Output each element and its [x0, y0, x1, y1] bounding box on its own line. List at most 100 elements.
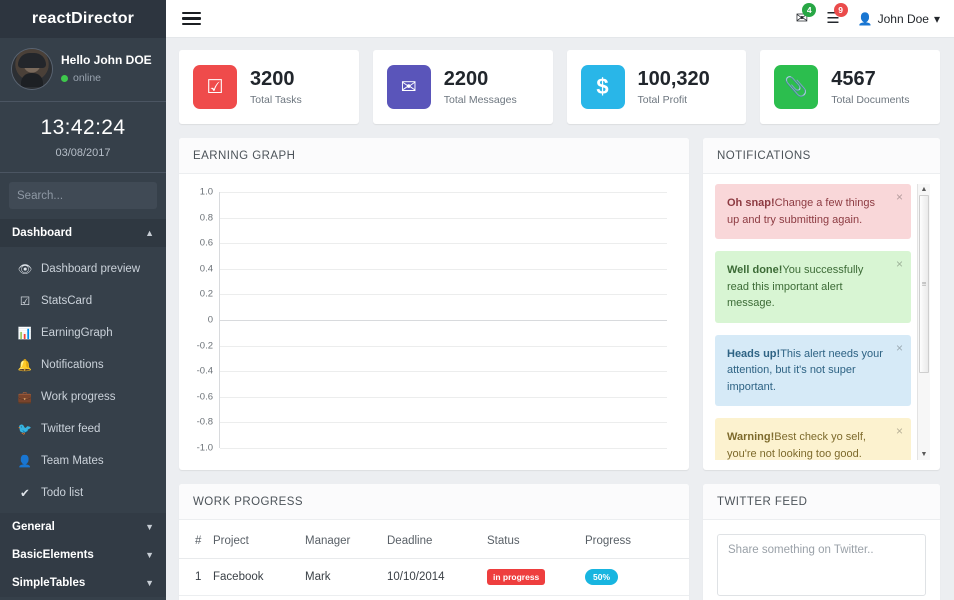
col-deadline: Deadline: [387, 524, 487, 559]
stat-card-total-documents[interactable]: 📎 4567 Total Documents: [760, 50, 940, 124]
sidebar-item-notifications[interactable]: 🔔 Notifications: [0, 349, 166, 381]
sidebar-section-header-general[interactable]: General ▼: [0, 513, 166, 541]
check-square-icon: ☑: [19, 296, 31, 308]
sidebar-item-statscard[interactable]: ☑ StatsCard: [0, 285, 166, 317]
twitter-composer-input[interactable]: [717, 534, 926, 596]
user-menu[interactable]: 👤 John Doe ▾: [858, 12, 940, 26]
tasks-badge: 9: [833, 3, 848, 17]
table-row[interactable]: 2 Twitter Evan 10/8/2014 completed 100%: [179, 595, 689, 600]
alert-warning: × Warning!Best check yo self, you're not…: [715, 418, 911, 460]
y-tick: 0.4: [199, 263, 213, 275]
stat-card-total-messages[interactable]: ✉ 2200 Total Messages: [372, 50, 553, 124]
chevron-down-icon[interactable]: ▼: [145, 550, 154, 560]
panels-row-bottom: WORK PROGRESS # Project Manager Deadline…: [179, 484, 940, 600]
dollar-icon: $: [580, 65, 625, 109]
y-tick: 0.6: [199, 237, 213, 249]
online-dot-icon: [61, 75, 68, 82]
close-icon[interactable]: ×: [896, 258, 903, 270]
alert-strong: Oh snap!: [727, 197, 775, 209]
brand-logo[interactable]: reactDirector: [0, 0, 166, 38]
sidebar-section-header-simpletables[interactable]: SimpleTables ▼: [0, 569, 166, 597]
envelope-icon[interactable]: ✉ 4: [796, 3, 817, 26]
stat-card-total-profit[interactable]: $ 100,320 Total Profit: [566, 50, 747, 124]
panel-title: EARNING GRAPH: [179, 138, 689, 174]
y-tick: -1.0: [196, 442, 213, 454]
user-icon: 👤: [857, 11, 873, 26]
twitter-feed-panel: TWITTER FEED: [703, 484, 940, 600]
search-input[interactable]: [17, 189, 166, 202]
panel-title: TWITTER FEED: [703, 484, 940, 520]
sidebar-search: 🔍: [0, 173, 166, 219]
chevron-down-icon[interactable]: ▼: [145, 522, 154, 532]
main-area: ✉ 4 ☰ 9 👤 John Doe ▾ ☑ 3200 Total Tasks …: [166, 0, 954, 600]
sidebar-item-twitter-feed[interactable]: 🐦 Twitter feed: [0, 413, 166, 445]
cell-status: in progress: [487, 558, 585, 597]
envelope-icon: ✉: [386, 65, 431, 109]
alert-success: × Well done!You successfully read this i…: [715, 251, 911, 323]
close-icon[interactable]: ×: [896, 425, 903, 437]
sidebar-item-label: Dashboard preview: [41, 263, 141, 275]
close-icon[interactable]: ×: [896, 342, 903, 354]
gridline: [220, 243, 667, 245]
stat-card-total-tasks[interactable]: ☑ 3200 Total Tasks: [179, 50, 359, 124]
hamburger-icon[interactable]: [182, 9, 201, 29]
scroll-down-icon[interactable]: ▼: [921, 451, 928, 458]
user-greeting: Hello John DOE: [61, 52, 152, 67]
gridline: [220, 345, 667, 347]
check-icon: ✔: [20, 488, 30, 500]
y-tick: 1.0: [199, 186, 213, 198]
cell-num: 1: [179, 558, 213, 597]
status-badge: in progress: [487, 569, 546, 586]
progress-badge: 50%: [585, 569, 619, 586]
stats-row: ☑ 3200 Total Tasks ✉ 2200 Total Messages…: [179, 50, 940, 124]
user-icon: 👤: [17, 456, 33, 468]
stat-label: Total Tasks: [250, 94, 302, 106]
twitter-feed-body: [703, 520, 940, 600]
sidebar-section-header-basicelements[interactable]: BasicElements ▼: [0, 541, 166, 569]
y-tick: -0.6: [196, 391, 213, 403]
table-row[interactable]: 1 Facebook Mark 10/10/2014 in progress 5…: [179, 558, 689, 597]
y-tick: -0.8: [196, 416, 213, 428]
gridline: [220, 396, 667, 398]
scroll-up-icon[interactable]: ▲: [921, 186, 928, 193]
panel-title: NOTIFICATIONS: [703, 138, 940, 174]
cell-status: completed: [487, 595, 585, 600]
chevron-down-icon[interactable]: ▼: [145, 578, 154, 588]
sidebar-item-earninggraph[interactable]: 📊 EarningGraph: [0, 317, 166, 349]
chevron-down-icon[interactable]: ▾: [934, 12, 940, 26]
cell-progress: 100%: [585, 595, 689, 600]
chevron-up-icon[interactable]: ▲: [145, 228, 154, 238]
sidebar-item-dashboard-preview[interactable]: 👁 Dashboard preview: [0, 253, 166, 285]
sidebar-item-label: Work progress: [41, 391, 116, 403]
sidebar-section-label: General: [12, 521, 55, 533]
sidebar-item-work-progress[interactable]: 💼 Work progress: [0, 381, 166, 413]
sidebar-item-label: Todo list: [41, 487, 84, 499]
scrollbar-track[interactable]: [918, 193, 930, 451]
scrollbar-thumb[interactable]: [919, 195, 929, 373]
work-progress-table: # Project Manager Deadline Status Progre…: [179, 524, 689, 600]
sidebar-item-label: Twitter feed: [41, 423, 101, 435]
alert-strong: Heads up!: [727, 347, 781, 360]
y-tick: -0.4: [196, 365, 213, 377]
sidebar-item-todo-list[interactable]: ✔ Todo list: [0, 477, 166, 509]
tasks-icon[interactable]: ☰ 9: [826, 3, 848, 26]
sidebar: reactDirector Hello John DOE online 13:4…: [0, 0, 166, 600]
bell-icon: 🔔: [17, 360, 33, 372]
content-scroll: ☑ 3200 Total Tasks ✉ 2200 Total Messages…: [166, 38, 954, 600]
chart-y-axis: 1.0 0.8 0.6 0.4 0.2 0 -0.2 -0.4 -0.6 -0.…: [185, 187, 219, 454]
gridline: [220, 448, 667, 449]
stat-value: 4567: [831, 68, 876, 90]
sidebar-section-header-dashboard[interactable]: Dashboard ▲: [0, 219, 166, 247]
sidebar-item-team-mates[interactable]: 👤 Team Mates: [0, 445, 166, 477]
gridline-zero: [220, 320, 667, 321]
user-status: online: [61, 72, 152, 85]
stat-label: Total Profit: [637, 94, 688, 106]
sidebar-item-label: Notifications: [41, 359, 104, 371]
briefcase-icon: 💼: [17, 392, 33, 404]
gridline: [220, 371, 667, 373]
sidebar-section-label: BasicElements: [12, 549, 94, 561]
notifications-scrollbar[interactable]: ▲ ▼: [917, 184, 930, 460]
close-icon[interactable]: ×: [896, 191, 903, 203]
sidebar-user-box[interactable]: Hello John DOE online: [0, 38, 166, 102]
col-num: #: [179, 524, 213, 559]
